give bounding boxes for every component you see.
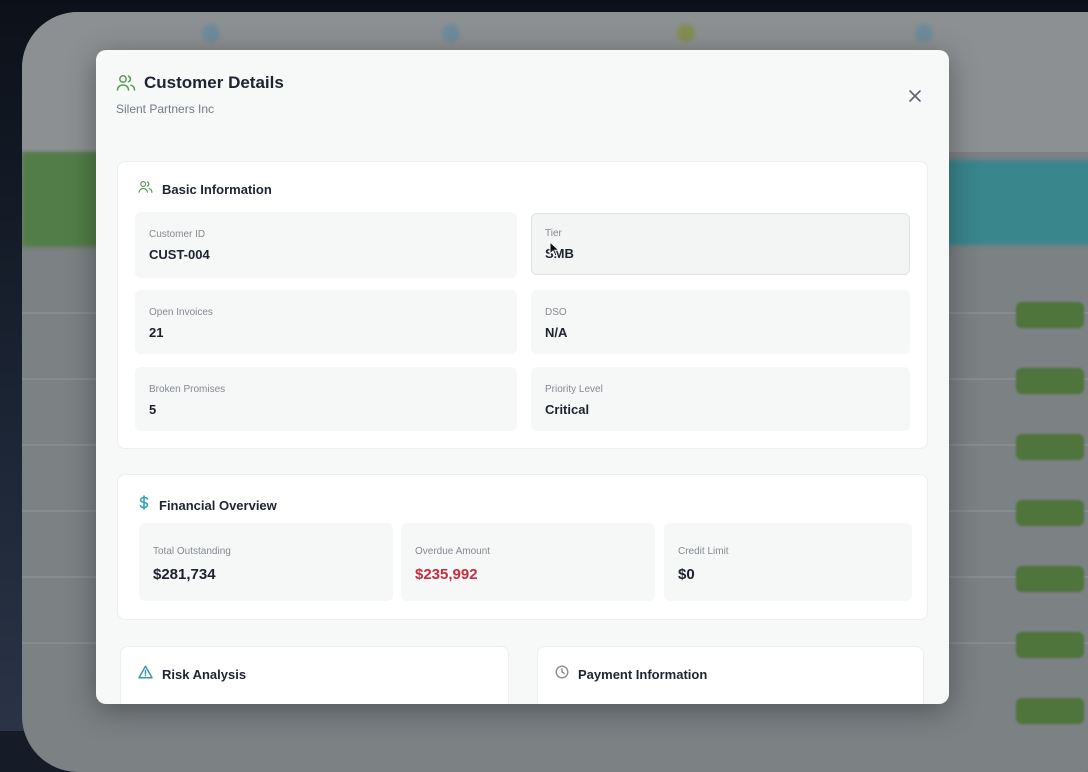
dso-field: DSO N/A <box>531 290 910 354</box>
basic-information-title: Basic Information <box>162 182 272 197</box>
users-icon <box>116 74 136 92</box>
field-label: Overdue Amount <box>415 546 491 557</box>
broken-promises-field: Broken Promises 5 <box>135 367 517 431</box>
customer-id-value: CUST-004 <box>149 247 210 262</box>
field-label: Broken Promises <box>149 384 226 395</box>
field-label: Credit Limit <box>678 546 729 557</box>
clock-icon <box>555 665 569 684</box>
risk-analysis-title: Risk Analysis <box>162 667 247 682</box>
field-label: Total Outstanding <box>153 546 231 557</box>
warning-triangle-icon <box>138 665 153 684</box>
open-invoices-field: Open Invoices 21 <box>135 290 517 354</box>
field-label: Tier <box>545 228 562 239</box>
priority-level-value: Critical <box>545 402 590 417</box>
credit-limit-field: Credit Limit $0 <box>664 523 912 601</box>
total-outstanding-field: Total Outstanding $281,734 <box>139 523 393 601</box>
field-label: Open Invoices <box>149 307 213 318</box>
overdue-amount-field: Overdue Amount $235,992 <box>401 523 655 601</box>
dso-value: N/A <box>545 325 568 340</box>
priority-level-field: Priority Level Critical <box>531 367 910 431</box>
broken-promises-value: 5 <box>149 402 157 417</box>
close-icon[interactable] <box>909 89 921 107</box>
close-button[interactable] <box>901 84 929 112</box>
field-label: Customer ID <box>149 229 206 240</box>
users-icon <box>138 180 153 199</box>
financial-overview-card: Financial Overview Total Outstanding $28… <box>117 474 928 620</box>
dollar-icon <box>138 495 150 515</box>
field-label: Priority Level <box>545 384 603 395</box>
risk-analysis-card: Risk Analysis <box>120 646 509 704</box>
mouse-cursor <box>549 240 561 262</box>
payment-information-title: Payment Information <box>578 667 708 682</box>
credit-limit-value: $0 <box>678 566 695 583</box>
screen-background: Customer Details Silent Partners Inc Bas… <box>0 0 1088 772</box>
tier-field[interactable]: Tier SMB <box>531 213 910 275</box>
customer-name: Silent Partners Inc <box>116 102 215 116</box>
field-label: DSO <box>545 307 567 318</box>
payment-information-card: Payment Information <box>537 646 924 704</box>
total-outstanding-value: $281,734 <box>153 566 216 583</box>
financial-overview-title: Financial Overview <box>159 497 277 513</box>
open-invoices-value: 21 <box>149 325 164 340</box>
modal-title: Customer Details <box>144 73 284 92</box>
modal-header: Customer Details Silent Partners Inc <box>116 72 929 132</box>
basic-information-card: Basic Information Customer ID CUST-004 T… <box>117 161 928 449</box>
overdue-amount-value: $235,992 <box>415 566 478 583</box>
customer-details-modal: Customer Details Silent Partners Inc Bas… <box>96 50 949 704</box>
customer-id-field: Customer ID CUST-004 <box>135 212 517 278</box>
